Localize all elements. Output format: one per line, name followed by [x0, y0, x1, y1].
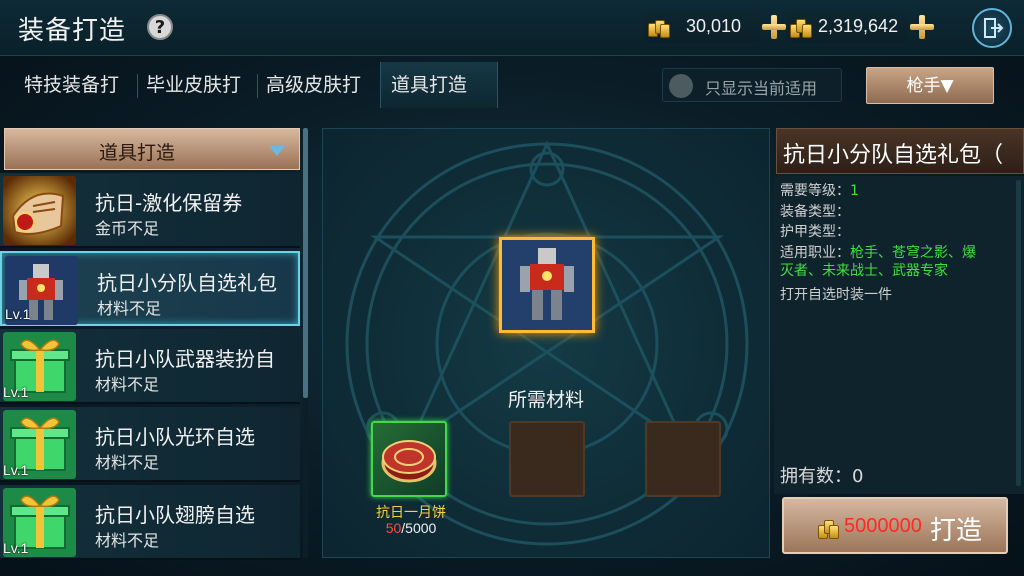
craft-cost: 5000000: [844, 515, 922, 537]
craft-item-list: 抗日-激化保留券 金币不足 Lv.1 抗日小分队自选礼包 材料不足 Lv.1 抗…: [0, 173, 304, 576]
material-slot-empty: [645, 421, 721, 497]
detail-title: 抗日小分队自选礼包（: [783, 143, 1004, 168]
item-level: Lv.1: [3, 462, 29, 478]
item-level: Lv.1: [3, 384, 29, 400]
tab-graduate-skin[interactable]: 毕业皮肤打: [136, 62, 251, 108]
gold-value: 30,010: [686, 16, 742, 36]
material-need: /5000: [401, 520, 437, 536]
item-name: 抗日小队武器装扮自: [95, 347, 275, 371]
exit-door-icon[interactable]: [972, 8, 1012, 48]
tab-advanced-skin[interactable]: 高级皮肤打: [256, 62, 371, 108]
list-item[interactable]: 抗日-激化保留券 金币不足: [0, 173, 300, 248]
top-bar: 装备打造 ? 30,010 2,319,642: [0, 0, 1024, 56]
item-status: 材料不足: [95, 531, 160, 550]
list-item[interactable]: Lv.1 抗日小队翅膀自选 材料不足: [0, 485, 300, 560]
list-scrollbar-thumb[interactable]: [303, 128, 308, 398]
list-category-dropdown[interactable]: 道具打造: [4, 128, 300, 170]
chevron-down-icon: [269, 146, 285, 156]
detail-level-label: 需要等级：: [780, 183, 850, 199]
detail-scrollbar[interactable]: [1016, 180, 1021, 486]
list-item-selected[interactable]: Lv.1 抗日小分队自选礼包 材料不足: [0, 251, 300, 326]
add-premium-plus-icon[interactable]: [908, 13, 936, 41]
item-status: 材料不足: [95, 375, 160, 394]
detail-equip-type: 装备类型：: [780, 204, 850, 220]
detail-description: 打开自选时装一件: [780, 287, 892, 303]
detail-class-row: 适用职业：枪手、苍穹之影、爆: [780, 242, 976, 262]
material-slot[interactable]: [371, 421, 447, 497]
filter-label: 只显示当前适用: [705, 79, 818, 98]
required-materials-label: 所需材料: [507, 389, 584, 411]
toggle-radio-icon[interactable]: [669, 74, 693, 98]
detail-class-value: 枪手、苍穹之影、爆: [850, 245, 976, 261]
class-dropdown[interactable]: 枪手▼: [866, 67, 994, 104]
owned-count: 拥有数：0: [780, 466, 864, 487]
item-name: 抗日小队光环自选: [95, 425, 255, 449]
detail-level-row: 需要等级：1: [780, 180, 859, 200]
mooncake-icon: [381, 440, 437, 483]
crafting-panel: 所需材料 抗日一月饼 50/5000: [322, 128, 770, 558]
premium-value: 2,319,642: [818, 16, 899, 36]
tab-skill-equipment[interactable]: 特技装备打: [14, 62, 129, 108]
material-have: 50: [385, 520, 402, 536]
item-name: 抗日小分队自选礼包: [97, 271, 277, 295]
item-name: 抗日-激化保留券: [95, 191, 243, 215]
detail-body: 需要等级：1 装备类型： 护甲类型： 适用职业：枪手、苍穹之影、爆 灭者、未来战…: [774, 176, 1024, 494]
item-level: Lv.1: [3, 540, 29, 556]
current-applicable-filter[interactable]: 只显示当前适用: [662, 68, 842, 102]
mech-warrior-icon: [502, 240, 592, 330]
page-title: 装备打造: [18, 16, 127, 46]
list-category-label: 道具打造: [98, 142, 175, 164]
detail-armor-type: 护甲类型：: [780, 224, 850, 240]
help-icon[interactable]: ?: [147, 14, 173, 40]
craft-result-slot[interactable]: [499, 237, 595, 333]
detail-level-value: 1: [850, 183, 859, 199]
craft-button-label: 打造: [930, 516, 983, 546]
list-item[interactable]: Lv.1 抗日小队光环自选 材料不足: [0, 407, 300, 482]
list-scrollbar[interactable]: [303, 128, 308, 558]
tab-item-crafting[interactable]: 道具打造: [380, 62, 498, 108]
detail-class-value-cont: 灭者、未来战士、武器专家: [780, 263, 948, 279]
scroll-ticket-icon: [3, 176, 76, 245]
material-count: 50/5000: [363, 520, 459, 536]
item-name: 抗日小队翅膀自选: [95, 503, 255, 527]
item-status: 金币不足: [95, 219, 160, 238]
gold-bars-icon: [648, 18, 670, 38]
detail-header: 抗日小分队自选礼包（: [776, 128, 1024, 174]
gold-pile-icon: [790, 18, 812, 38]
add-gold-plus-icon[interactable]: [760, 13, 788, 41]
material-name: 抗日一月饼: [376, 505, 446, 521]
item-status: 材料不足: [97, 299, 162, 318]
item-status: 材料不足: [95, 453, 160, 472]
craft-button[interactable]: 5000000 打造: [782, 497, 1008, 554]
material-slot-empty: [509, 421, 585, 497]
gold-pile-icon: [818, 519, 840, 539]
detail-class-label: 适用职业：: [780, 245, 850, 261]
list-item[interactable]: Lv.1 抗日小队武器装扮自 材料不足: [0, 329, 300, 404]
item-level: Lv.1: [5, 306, 31, 322]
